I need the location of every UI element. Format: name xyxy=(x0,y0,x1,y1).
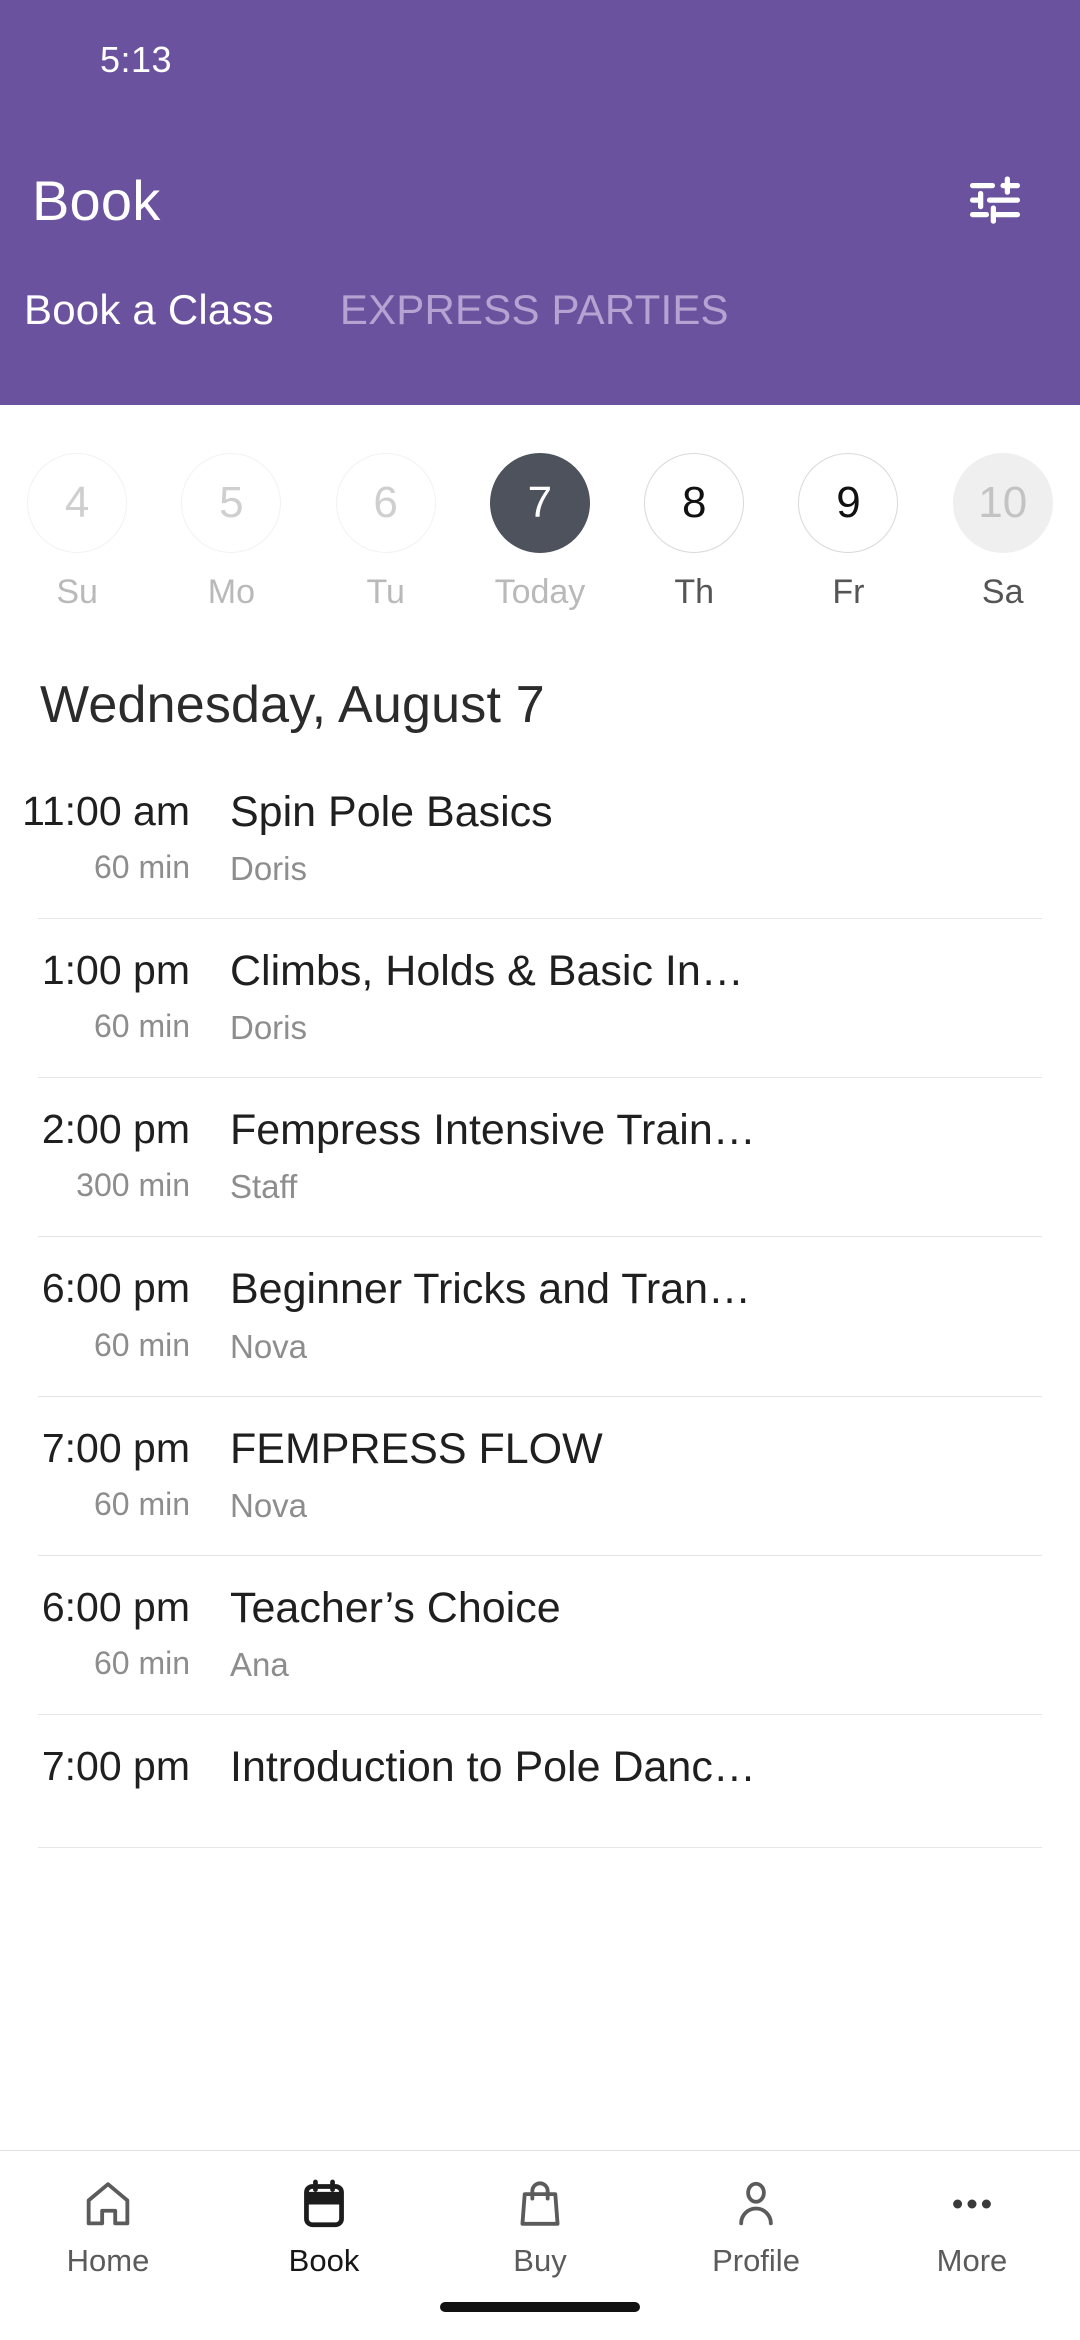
class-info-column: Spin Pole Basics Doris xyxy=(190,788,1042,888)
nav-label: Home xyxy=(66,2243,150,2278)
class-name: Beginner Tricks and Tran… xyxy=(230,1265,752,1314)
class-name: FEMPRESS FLOW xyxy=(230,1424,603,1473)
class-time-column: 7:00 pm 60 min xyxy=(38,1425,190,1523)
class-time: 2:00 pm xyxy=(41,1106,190,1153)
date-weekday: Tu xyxy=(366,573,405,611)
status-bar: 5:13 xyxy=(0,0,1080,120)
date-cell-5[interactable]: 5 Mo xyxy=(154,453,308,612)
calendar-icon xyxy=(297,2173,351,2235)
class-duration: 60 min xyxy=(93,1644,190,1681)
class-info-column: FEMPRESS FLOW Nova xyxy=(190,1425,1042,1525)
class-row[interactable]: 7:00 pm 60 min FEMPRESS FLOW Nova xyxy=(38,1397,1042,1556)
class-name: Spin Pole Basics xyxy=(230,788,553,836)
class-row[interactable]: 1:00 pm 60 min Climbs, Holds & Basic In…… xyxy=(38,919,1042,1079)
class-row[interactable]: 6:00 pm 60 min Beginner Tricks and Tran…… xyxy=(38,1237,1042,1397)
date-number: 9 xyxy=(798,453,899,553)
class-time-column: 1:00 pm 60 min xyxy=(38,947,190,1045)
class-duration: 60 min xyxy=(93,1326,190,1363)
nav-item-book[interactable]: Book xyxy=(216,2173,432,2279)
date-cell-6[interactable]: 6 Tu xyxy=(309,453,463,612)
nav-item-profile[interactable]: Profile xyxy=(648,2173,864,2279)
class-duration: 60 min xyxy=(93,1008,190,1045)
class-instructor: Doris xyxy=(230,850,308,888)
class-time: 6:00 pm xyxy=(41,1265,190,1312)
class-duration: 60 min xyxy=(93,1485,190,1522)
class-time: 7:00 pm xyxy=(41,1424,190,1471)
class-time-column: 7:00 pm xyxy=(38,1743,190,1804)
app-bar: Book xyxy=(0,120,1080,280)
class-instructor: Nova xyxy=(230,1486,308,1524)
date-cell-4[interactable]: 4 Su xyxy=(0,453,154,612)
class-time: 11:00 am xyxy=(22,788,190,834)
date-weekday: Su xyxy=(56,573,98,611)
class-duration: 300 min xyxy=(76,1167,190,1204)
date-cell-10[interactable]: 10 Sa xyxy=(926,453,1080,612)
date-weekday: Fr xyxy=(832,573,865,611)
home-icon xyxy=(81,2173,135,2235)
class-name: Fempress Intensive Train… xyxy=(230,1106,756,1155)
tab-book-a-class[interactable]: Book a Class xyxy=(24,280,298,334)
date-number: 7 xyxy=(489,453,590,553)
class-time-column: 2:00 pm 300 min xyxy=(38,1106,190,1204)
tab-express-parties[interactable]: EXPRESS PARTIES xyxy=(340,280,753,334)
class-row[interactable]: 11:00 am 60 min Spin Pole Basics Doris xyxy=(22,760,1042,920)
class-list[interactable]: 11:00 am 60 min Spin Pole Basics Doris 1… xyxy=(0,760,1080,2150)
class-time-column: 11:00 am 60 min xyxy=(22,788,190,886)
class-duration: 60 min xyxy=(93,849,190,886)
class-info-column: Climbs, Holds & Basic In… Doris xyxy=(190,947,1042,1047)
tab-bar: Book a Class EXPRESS PARTIES xyxy=(0,280,1080,405)
date-number: 6 xyxy=(335,453,436,553)
class-row[interactable]: 6:00 pm 60 min Teacher’s Choice Ana xyxy=(38,1556,1042,1715)
class-info-column: Teacher’s Choice Ana xyxy=(190,1584,1042,1684)
class-row[interactable]: 2:00 pm 300 min Fempress Intensive Train… xyxy=(38,1078,1042,1238)
date-number: 5 xyxy=(181,453,282,553)
status-time: 5:13 xyxy=(100,39,173,80)
ellipsis-icon xyxy=(945,2173,999,2235)
class-time-column: 6:00 pm 60 min xyxy=(38,1265,190,1363)
nav-item-home[interactable]: Home xyxy=(0,2173,216,2279)
nav-item-more[interactable]: More xyxy=(864,2173,1080,2279)
app-header: 5:13 Book Book a Class EXPRESS PARTIES xyxy=(0,0,1080,405)
nav-label: Profile xyxy=(712,2243,800,2278)
date-weekday: Sa xyxy=(981,573,1024,611)
nav-label: More xyxy=(936,2243,1008,2278)
date-number: 4 xyxy=(27,453,128,553)
class-time: 1:00 pm xyxy=(41,947,190,994)
nav-item-buy[interactable]: Buy xyxy=(432,2173,648,2279)
class-name: Teacher’s Choice xyxy=(230,1583,561,1632)
date-weekday: Mo xyxy=(207,573,256,611)
person-icon xyxy=(729,2173,783,2235)
date-cell-7-today[interactable]: 7 Today xyxy=(463,453,617,612)
class-info-column: Beginner Tricks and Tran… Nova xyxy=(190,1265,1042,1365)
nav-label: Book xyxy=(288,2243,360,2278)
page-title: Book xyxy=(32,168,161,232)
class-time: 6:00 pm xyxy=(41,1583,190,1630)
date-strip: 4 Su 5 Mo 6 Tu 7 Today 8 Th 9 Fr 10 Sa xyxy=(0,405,1080,650)
class-instructor: Staff xyxy=(230,1168,298,1206)
class-time: 7:00 pm xyxy=(41,1742,190,1789)
class-instructor: Doris xyxy=(230,1009,308,1047)
class-instructor: Nova xyxy=(230,1327,308,1365)
filter-sliders-icon[interactable] xyxy=(956,161,1034,239)
date-cell-8[interactable]: 8 Th xyxy=(617,453,771,612)
class-time-column: 6:00 pm 60 min xyxy=(38,1584,190,1682)
class-info-column: Fempress Intensive Train… Staff xyxy=(190,1106,1042,1206)
date-weekday: Th xyxy=(674,573,715,611)
class-name: Introduction to Pole Danc… xyxy=(230,1742,756,1791)
bag-icon xyxy=(513,2173,567,2235)
date-cell-9[interactable]: 9 Fr xyxy=(771,453,925,612)
selected-date-heading: Wednesday, August 7 xyxy=(40,676,545,734)
class-row[interactable]: 7:00 pm Introduction to Pole Danc… xyxy=(38,1715,1042,1848)
date-weekday: Today xyxy=(494,573,586,611)
date-number: 8 xyxy=(644,453,745,553)
class-name: Climbs, Holds & Basic In… xyxy=(230,947,744,996)
class-info-column: Introduction to Pole Danc… xyxy=(190,1743,1042,1805)
nav-label: Buy xyxy=(513,2243,567,2278)
app-screen: 5:13 Book Book a Class EXPRESS PARTIES 4… xyxy=(0,0,1080,2340)
class-instructor: Ana xyxy=(230,1645,289,1683)
home-indicator[interactable] xyxy=(440,2302,640,2312)
date-number: 10 xyxy=(952,453,1053,553)
